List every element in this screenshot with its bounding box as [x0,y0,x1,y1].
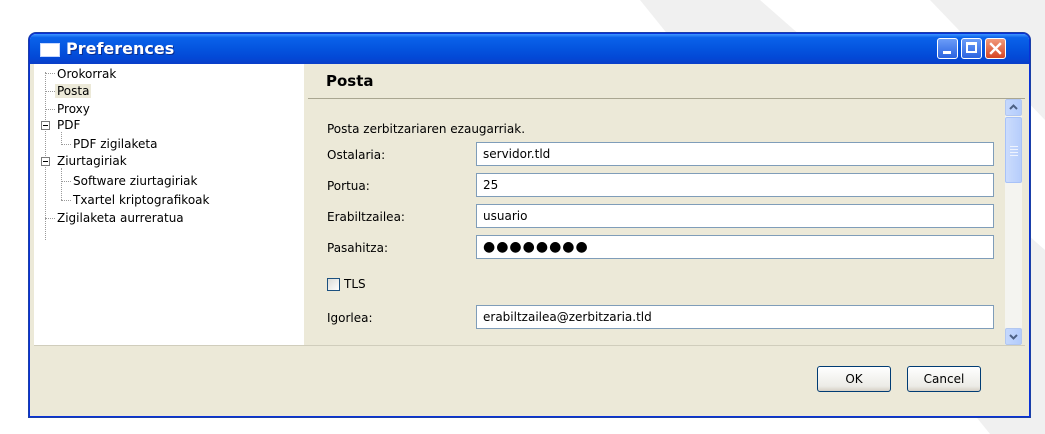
minimize-button[interactable] [937,38,958,59]
sender-input[interactable]: erabiltzailea@zerbitzaria.tld [476,305,994,329]
grip-line [1010,155,1018,156]
port-input[interactable]: 25 [476,173,994,197]
tree-guide [45,109,55,110]
collapse-pdf-icon[interactable] [41,121,50,130]
tree-item-proxy[interactable]: Proxy [57,101,90,117]
tree-guide [45,73,55,74]
dialog-content: Orokorrak Posta Proxy PDF PDF zigilaketa… [34,64,1025,413]
sender-label: Igorlea: [327,311,373,325]
collapse-ziurtagiriak-icon[interactable] [41,157,50,166]
preferences-window: Preferences Orokorrak Posta Proxy PDF PD… [29,33,1030,417]
tree-guide [61,168,62,200]
maximize-button[interactable] [961,38,982,59]
grip-line [1010,149,1018,150]
title-bar[interactable]: Preferences [30,34,1029,64]
tree-item-ziurtagiriak[interactable]: Ziurtagiriak [57,153,127,169]
section-header: Posta [308,64,1025,99]
password-input[interactable]: ●●●●●●●● [476,235,994,259]
host-input[interactable]: servidor.tld [476,142,994,166]
tree-guide [61,200,71,201]
chevron-up-icon [1009,104,1018,110]
grip-line [1010,152,1018,153]
scroll-down-button[interactable] [1005,328,1022,345]
maximize-icon [966,42,977,53]
tree-item-pdf[interactable]: PDF [57,117,80,133]
grip-line [1010,146,1018,147]
chevron-down-icon [1009,334,1018,340]
tls-label[interactable]: TLS [344,276,366,292]
tls-checkbox[interactable] [327,278,340,291]
port-label: Portua: [327,179,370,193]
tree-item-pdf-zigilaketa[interactable]: PDF zigilaketa [73,136,157,152]
scroll-up-button[interactable] [1005,99,1022,116]
window-title: Preferences [66,39,175,58]
tree-item-txartel-kriptografikoak[interactable]: Txartel kriptografikoak [73,192,209,208]
description-text: Posta zerbitzariaren ezaugarriak. [327,122,526,136]
minimize-icon [943,51,951,54]
section-title: Posta [326,72,374,90]
button-bar: OK Cancel [34,345,1025,413]
scroll-thumb[interactable] [1005,117,1022,183]
tree-item-zigilaketa-aurreratua[interactable]: Zigilaketa aurreratua [57,210,184,226]
category-tree[interactable]: Orokorrak Posta Proxy PDF PDF zigilaketa… [34,64,304,345]
tree-guide [45,91,55,92]
tree-guide [61,181,71,182]
window-icon [40,43,60,57]
close-icon [989,42,1002,55]
tree-guide [45,72,46,240]
cancel-button[interactable]: Cancel [907,366,981,392]
tree-item-software-ziurtagiriak[interactable]: Software ziurtagiriak [73,173,197,189]
tree-item-posta[interactable]: Posta [55,83,92,99]
user-input[interactable]: usuario [476,204,994,228]
ok-button[interactable]: OK [817,366,891,392]
tree-guide [45,218,55,219]
password-label: Pasahitza: [327,241,388,255]
vertical-scrollbar[interactable] [1005,99,1022,345]
user-label: Erabiltzailea: [327,210,405,224]
mail-settings-form: Posta zerbitzariaren ezaugarriak. Ostala… [308,99,1005,345]
tree-guide [61,144,71,145]
close-button[interactable] [985,38,1006,59]
host-label: Ostalaria: [327,148,386,162]
settings-panel: Posta Posta zerbitzariaren ezaugarriak. … [308,64,1025,345]
tree-item-orokorrak[interactable]: Orokorrak [57,66,116,82]
